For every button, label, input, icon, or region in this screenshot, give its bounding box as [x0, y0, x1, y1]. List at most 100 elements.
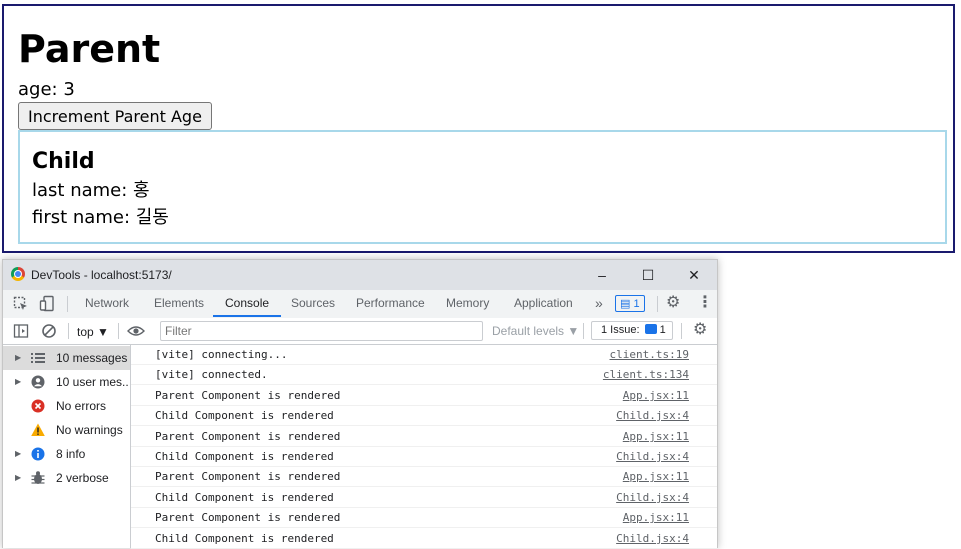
parent-component: Parent age: 3 Increment Parent Age Child… — [2, 4, 955, 253]
devtools-tabbar: Network Elements Console Sources Perform… — [3, 290, 717, 319]
sidebar-item-label: 10 messages — [56, 351, 128, 365]
console-sidebar: ▶ 10 messages ▶ 10 user mes... No errors… — [3, 345, 131, 548]
inspect-element-icon[interactable] — [13, 296, 29, 312]
console-message-source-link[interactable]: Child.jsx:4 — [616, 491, 689, 504]
parent-age-text: age: 3 — [18, 79, 75, 100]
bug-icon — [31, 471, 45, 484]
chrome-logo-icon — [11, 267, 25, 281]
tab-memory[interactable]: Memory — [446, 290, 489, 317]
sidebar-item-label: No errors — [56, 399, 107, 413]
sidebar-item-label: 10 user mes... — [56, 375, 128, 389]
device-toolbar-icon[interactable] — [39, 295, 55, 312]
console-message-source-link[interactable]: Child.jsx:4 — [616, 450, 689, 463]
console-message-text: Child Component is rendered — [155, 409, 334, 422]
console-messages: [vite] connecting... client.ts:19 [vite]… — [131, 345, 717, 549]
console-message-text: Child Component is rendered — [155, 450, 334, 463]
console-message: Child Component is rendered Child.jsx:4 — [131, 488, 717, 508]
tabbar-divider — [657, 296, 658, 312]
console-message: [vite] connecting... client.ts:19 — [131, 345, 717, 365]
error-icon — [31, 399, 45, 413]
console-message-text: Parent Component is rendered — [155, 430, 341, 443]
devtools-window: DevTools - localhost:5173/ – ☐ ✕ Network… — [2, 259, 718, 549]
increment-parent-age-button[interactable]: Increment Parent Age — [18, 102, 212, 130]
sidebar-item-label: No warnings — [56, 423, 123, 437]
message-icon: ▤ — [620, 298, 631, 310]
toolbar-divider — [68, 323, 69, 339]
console-message-text: Child Component is rendered — [155, 532, 334, 545]
console-message: Child Component is rendered Child.jsx:4 — [131, 447, 717, 467]
tab-elements[interactable]: Elements — [154, 290, 204, 317]
list-icon — [31, 353, 45, 363]
context-selector[interactable]: top ▼ — [77, 324, 109, 340]
tabbar-divider — [67, 296, 68, 312]
console-message: Parent Component is rendered App.jsx:11 — [131, 467, 717, 487]
expand-arrow-icon[interactable]: ▶ — [15, 442, 21, 466]
tab-console[interactable]: Console — [213, 290, 282, 317]
issues-button[interactable]: 1 Issue: 1 — [591, 321, 673, 340]
sidebar-item-label: 8 info — [56, 447, 86, 461]
sidebar-item-warnings[interactable]: No warnings — [3, 418, 130, 442]
console-message-source-link[interactable]: Child.jsx:4 — [616, 409, 689, 422]
console-message-source-link[interactable]: App.jsx:11 — [623, 430, 689, 443]
devtools-window-title: DevTools - localhost:5173/ — [31, 268, 172, 282]
expand-arrow-icon[interactable]: ▶ — [15, 466, 21, 490]
messages-badge[interactable]: ▤ 1 — [615, 295, 645, 312]
sidebar-item-errors[interactable]: No errors — [3, 394, 130, 418]
sidebar-item-user-messages[interactable]: ▶ 10 user mes... — [3, 370, 130, 394]
console-message: Parent Component is rendered App.jsx:11 — [131, 508, 717, 528]
console-message-source-link[interactable]: client.ts:134 — [603, 368, 689, 381]
devtools-titlebar[interactable]: DevTools - localhost:5173/ – ☐ ✕ — [3, 260, 717, 290]
user-icon — [31, 375, 45, 389]
tab-sources[interactable]: Sources — [291, 290, 335, 317]
console-message-text: [vite] connected. — [155, 368, 268, 381]
clear-console-icon[interactable] — [41, 323, 57, 339]
expand-arrow-icon[interactable]: ▶ — [15, 346, 21, 370]
console-message-source-link[interactable]: App.jsx:11 — [623, 511, 689, 524]
messages-badge-count: 1 — [633, 298, 640, 310]
console-message: Child Component is rendered Child.jsx:4 — [131, 529, 717, 549]
console-message-source-link[interactable]: Child.jsx:4 — [616, 532, 689, 545]
tab-performance[interactable]: Performance — [356, 290, 425, 317]
more-options-icon[interactable]: ⋮ — [697, 295, 713, 311]
warning-icon — [31, 423, 45, 436]
toolbar-divider — [583, 323, 584, 339]
parent-title: Parent — [18, 27, 161, 71]
toolbar-divider — [681, 323, 682, 339]
console-message-text: Parent Component is rendered — [155, 511, 341, 524]
console-message: Child Component is rendered Child.jsx:4 — [131, 406, 717, 426]
console-message: Parent Component is rendered App.jsx:11 — [131, 427, 717, 447]
last-name-text: last name: 홍 — [32, 180, 150, 201]
minimize-button[interactable]: – — [579, 260, 625, 290]
log-levels-dropdown[interactable]: Default levels ▼ — [492, 324, 579, 338]
console-message-text: Parent Component is rendered — [155, 470, 341, 483]
tab-application[interactable]: Application — [514, 290, 573, 317]
console-toolbar: top ▼ Default levels ▼ 1 Issue: 1 ⚙ — [3, 318, 717, 345]
sidebar-item-verbose[interactable]: ▶ 2 verbose — [3, 466, 130, 490]
first-name-text: first name: 길동 — [32, 207, 169, 228]
child-title: Child — [32, 149, 95, 174]
tab-network[interactable]: Network — [85, 290, 129, 317]
console-message-text: [vite] connecting... — [155, 348, 288, 361]
console-message: [vite] connected. client.ts:134 — [131, 365, 717, 385]
console-message-text: Parent Component is rendered — [155, 389, 341, 402]
info-icon — [31, 447, 45, 461]
sidebar-toggle-icon[interactable] — [13, 323, 29, 339]
settings-gear-icon[interactable]: ⚙ — [666, 295, 680, 311]
close-button[interactable]: ✕ — [671, 260, 717, 290]
console-message-source-link[interactable]: App.jsx:11 — [623, 389, 689, 402]
console-message-source-link[interactable]: App.jsx:11 — [623, 470, 689, 483]
live-expression-eye-icon[interactable] — [127, 323, 145, 339]
sidebar-item-label: 2 verbose — [56, 471, 109, 485]
console-message-text: Child Component is rendered — [155, 491, 334, 504]
sidebar-item-messages[interactable]: ▶ 10 messages — [3, 346, 130, 370]
console-filter-input[interactable] — [160, 321, 483, 341]
maximize-button[interactable]: ☐ — [625, 260, 671, 290]
console-message-source-link[interactable]: client.ts:19 — [610, 348, 689, 361]
expand-arrow-icon[interactable]: ▶ — [15, 370, 21, 394]
sidebar-item-info[interactable]: ▶ 8 info — [3, 442, 130, 466]
child-component: Child last name: 홍 first name: 길동 — [18, 130, 947, 244]
issues-label: 1 Issue: — [601, 324, 640, 336]
console-settings-gear-icon[interactable]: ⚙ — [693, 322, 707, 338]
toolbar-divider — [118, 323, 119, 339]
more-tabs-chevron-icon[interactable]: » — [595, 290, 603, 317]
